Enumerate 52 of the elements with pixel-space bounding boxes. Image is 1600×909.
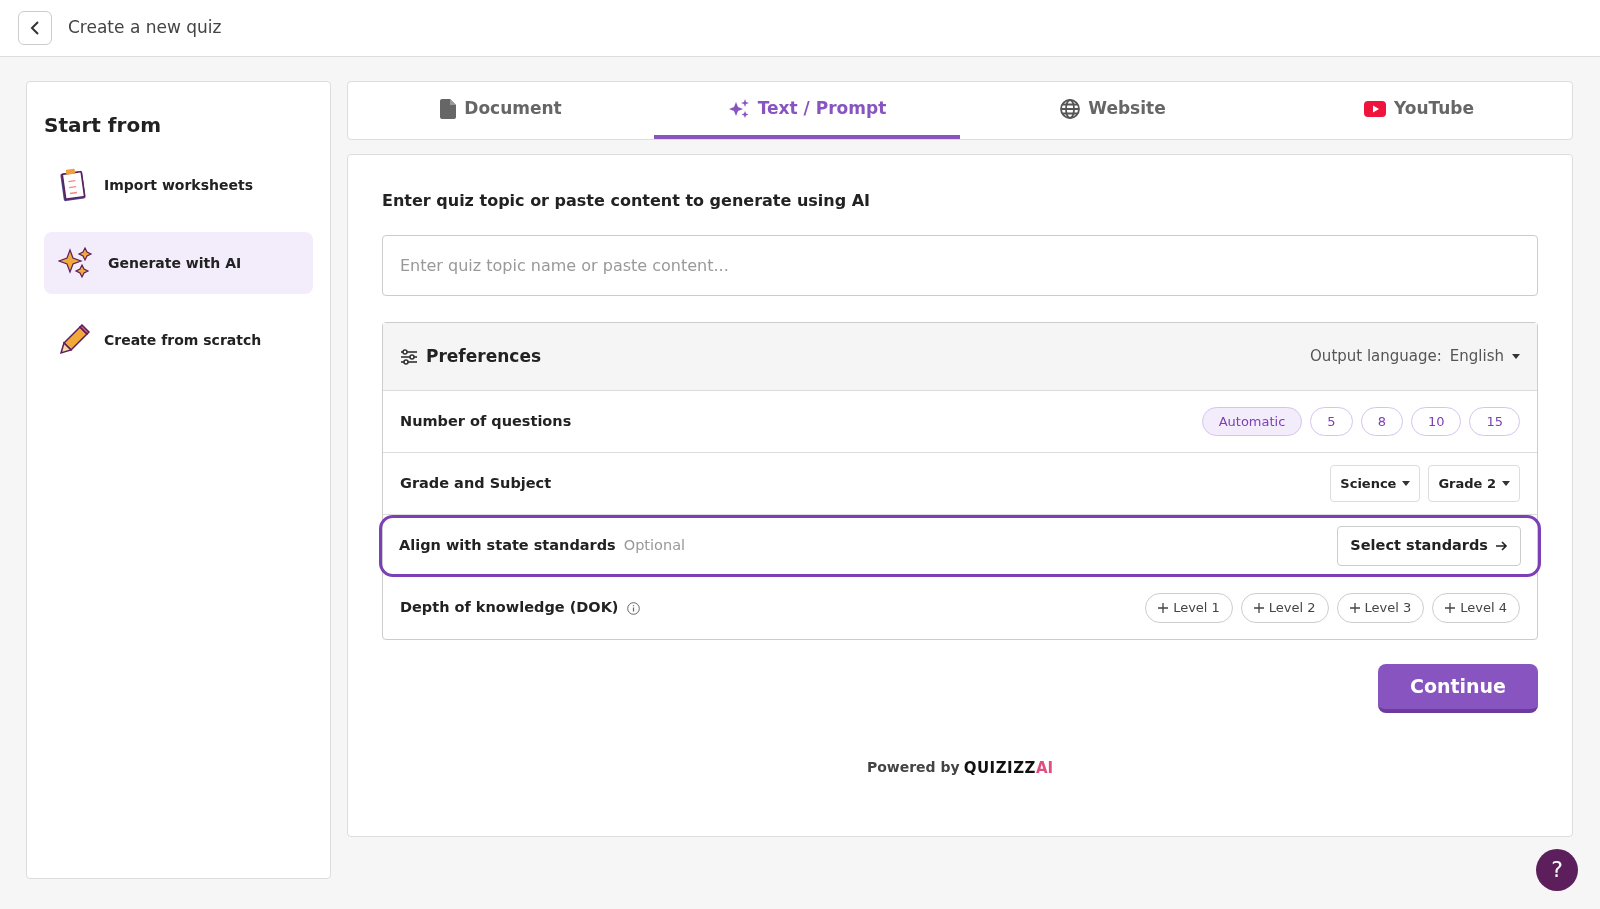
level-chip[interactable]: Level 4 xyxy=(1432,593,1520,623)
sidebar-item[interactable]: Import worksheets xyxy=(44,154,313,216)
caret-down-icon xyxy=(1502,481,1510,486)
sparkles-icon xyxy=(727,98,750,119)
topic-input-field[interactable]: Enter quiz topic name or paste content... xyxy=(382,235,1538,296)
question-count-chip[interactable]: 5 xyxy=(1310,406,1353,437)
optional-note: Optional xyxy=(623,536,686,556)
tab[interactable]: YouTube xyxy=(1266,82,1572,139)
sidebar-item[interactable]: Create from scratch xyxy=(44,310,313,370)
dropdown-button[interactable]: Science xyxy=(1330,464,1421,503)
tab[interactable]: Document xyxy=(348,82,654,139)
caret-down-icon xyxy=(1512,354,1520,359)
question-count-chip[interactable]: Automatic xyxy=(1201,406,1303,437)
sliders-icon xyxy=(400,348,418,365)
chevron-left-icon xyxy=(30,21,40,35)
level-chip[interactable]: Level 1 xyxy=(1145,593,1233,623)
continue-button[interactable]: Continue xyxy=(1377,664,1538,713)
pencil-icon xyxy=(58,324,90,356)
output-language-label: Output language: xyxy=(1310,346,1442,368)
page-title: Create a new quiz xyxy=(68,16,222,40)
powered-by-text: Powered by xyxy=(866,758,960,778)
row-label: Number of questions xyxy=(400,411,572,431)
dropdown-button[interactable]: Grade 2 xyxy=(1428,464,1520,503)
prompt-heading: Enter quiz topic or paste content to generate using AI xyxy=(382,190,872,212)
logo: QUIZIZZAI xyxy=(963,757,1054,779)
question-count-chip[interactable]: 10 xyxy=(1410,406,1462,437)
question-count-chip[interactable]: 15 xyxy=(1469,406,1520,437)
select-standards-button[interactable]: Select standards xyxy=(1337,526,1521,566)
back-button[interactable] xyxy=(18,11,52,45)
help-button[interactable]: ? xyxy=(1536,849,1578,891)
arrow-right-icon xyxy=(1496,541,1508,551)
video-play-icon xyxy=(1363,100,1386,117)
document-icon xyxy=(440,98,457,119)
preferences-title: Preferences xyxy=(426,344,542,368)
level-chip[interactable]: Level 3 xyxy=(1336,593,1425,623)
row-label: Align with state standards xyxy=(399,536,616,556)
language-dropdown[interactable]: English xyxy=(1449,345,1520,368)
level-chip[interactable]: Level 2 xyxy=(1240,593,1329,623)
tab[interactable]: Website xyxy=(960,82,1266,139)
plus-icon xyxy=(1253,603,1264,613)
plus-icon xyxy=(1158,603,1169,613)
sidebar-title: Start from xyxy=(44,112,162,139)
globe-icon xyxy=(1060,98,1081,119)
plus-icon xyxy=(1445,603,1456,613)
question-count-chip[interactable]: 8 xyxy=(1360,406,1403,437)
row-label: Depth of knowledge (DOK) xyxy=(400,598,619,618)
sparkles-icon xyxy=(58,246,94,280)
sidebar-item[interactable]: Generate with AI xyxy=(44,232,313,294)
row-label: Grade and Subject xyxy=(400,473,552,493)
plus-icon xyxy=(1349,603,1360,613)
caret-down-icon xyxy=(1402,481,1411,486)
tab[interactable]: Text / Prompt xyxy=(654,82,960,139)
